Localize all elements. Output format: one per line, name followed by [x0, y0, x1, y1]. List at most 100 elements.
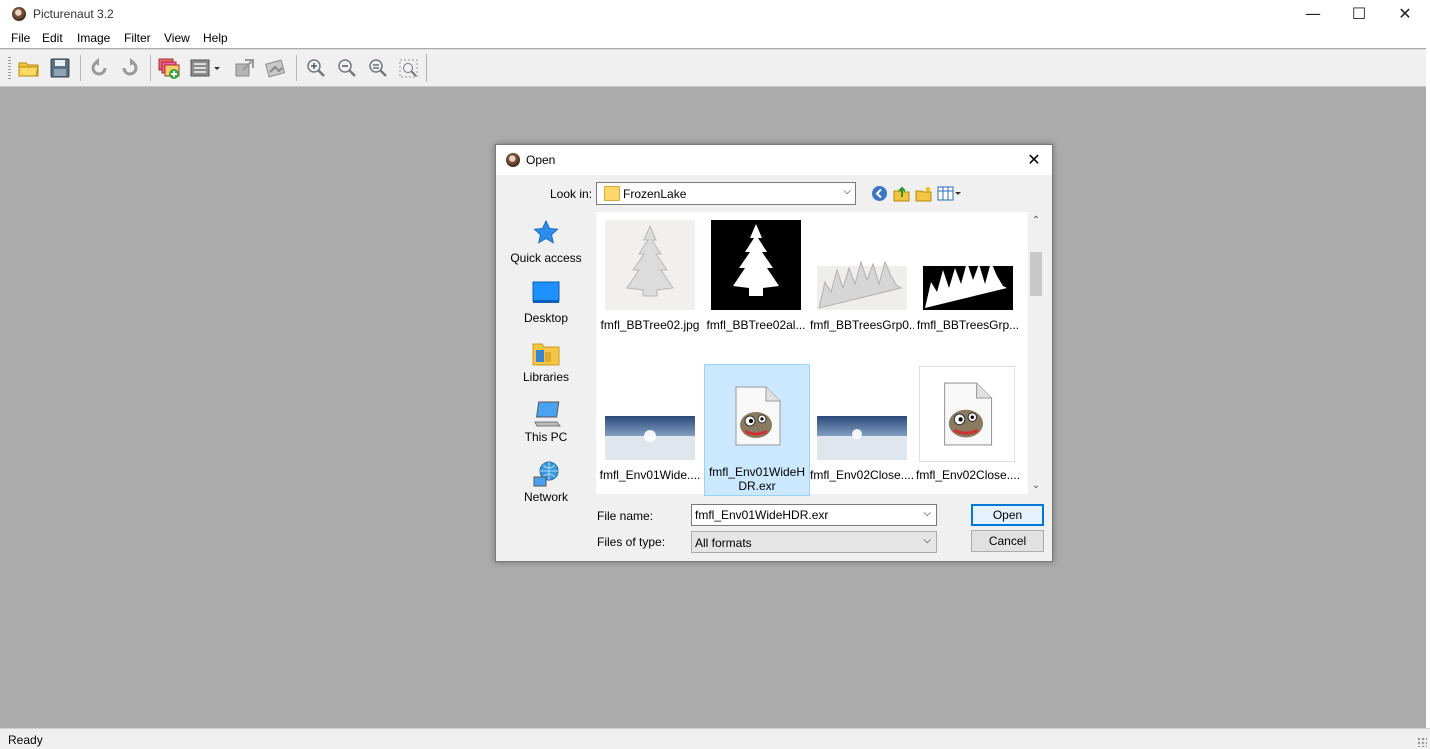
- window-title: Picturenaut 3.2: [33, 7, 114, 21]
- file-item[interactable]: fmfl_BBTree02al...: [704, 214, 808, 344]
- desktop-icon: [532, 281, 560, 303]
- file-name: fmfl_Env02Close....: [916, 468, 1020, 482]
- thumbnail-panorama: [605, 416, 695, 460]
- back-icon[interactable]: [871, 185, 888, 202]
- file-item-selected[interactable]: fmfl_Env01WideH DR.exr: [704, 364, 810, 496]
- network-icon: [533, 461, 559, 487]
- layers-dropdown-icon[interactable]: [189, 56, 220, 80]
- generate-hdr-icon[interactable]: [157, 56, 181, 80]
- places-bar: Quick access Desktop Libraries This PC N…: [502, 213, 590, 504]
- thumbnail-gimp-file: [735, 386, 781, 446]
- redo-icon[interactable]: [118, 56, 142, 80]
- zoom-in-icon[interactable]: [304, 56, 328, 80]
- thumbnail-trees-light: [817, 260, 907, 310]
- file-type-value: All formats: [695, 536, 752, 550]
- undo-icon[interactable]: [87, 56, 111, 80]
- file-item[interactable]: fmfl_Env01Wide....: [598, 364, 702, 494]
- open-button[interactable]: Open: [971, 504, 1044, 526]
- place-label: Network: [523, 490, 568, 504]
- minimize-button[interactable]: —: [1290, 0, 1336, 28]
- look-in-value: FrozenLake: [623, 187, 687, 201]
- place-label: Libraries: [522, 370, 570, 384]
- folder-icon: [604, 186, 620, 201]
- file-name: fmfl_BBTreesGrp0...: [810, 318, 914, 332]
- new-folder-icon[interactable]: [915, 185, 932, 202]
- close-button[interactable]: ✕: [1382, 0, 1428, 28]
- menu-edit[interactable]: Edit: [42, 31, 63, 45]
- place-network[interactable]: Network: [502, 460, 590, 520]
- file-name-input[interactable]: fmfl_Env01WideHDR.exr ⌵: [691, 504, 937, 526]
- thumbnail-tree-dark: [711, 220, 801, 310]
- menu-help[interactable]: Help: [203, 31, 228, 45]
- place-label: Desktop: [523, 311, 569, 325]
- view-menu-icon[interactable]: [937, 185, 963, 202]
- scrollbar-thumb[interactable]: [1030, 252, 1042, 296]
- file-item[interactable]: fmfl_BBTree02.jpg: [598, 214, 702, 344]
- window-border: [1426, 28, 1430, 728]
- place-desktop[interactable]: Desktop: [502, 281, 590, 341]
- toolbar-grip[interactable]: [8, 57, 11, 81]
- save-icon[interactable]: [48, 56, 72, 80]
- status-text: Ready: [8, 733, 43, 747]
- transform-icon[interactable]: [233, 56, 257, 80]
- file-name: fmfl_Env02Close....: [810, 468, 914, 482]
- chevron-down-icon: ⌵: [843, 186, 851, 197]
- dialog-title-bar: Open ✕: [496, 145, 1052, 175]
- toolbar-separator: [296, 55, 297, 81]
- file-name: fmfl_Env01Wide....: [599, 468, 701, 482]
- look-in-dropdown[interactable]: FrozenLake ⌵: [596, 182, 856, 205]
- look-in-label: Look in:: [550, 187, 593, 201]
- zoom-fit-icon[interactable]: [397, 56, 421, 80]
- file-item[interactable]: fmfl_BBTreesGrp0...: [810, 214, 914, 344]
- scroll-up-icon[interactable]: ⌃: [1028, 215, 1044, 226]
- chevron-down-icon[interactable]: ⌵: [923, 508, 931, 519]
- file-name-label: File name:: [597, 509, 654, 523]
- file-item[interactable]: fmfl_Env02Close....: [810, 364, 914, 494]
- thumbnail-panorama: [817, 416, 907, 460]
- file-type-select[interactable]: All formats ⌵: [691, 531, 937, 553]
- file-name-line1: fmfl_Env01WideH: [708, 465, 806, 479]
- toolbar-separator: [150, 55, 151, 81]
- place-label: Quick access: [510, 251, 582, 265]
- menu-filter[interactable]: Filter: [124, 31, 151, 45]
- thumbnail-trees-dark: [923, 262, 1013, 310]
- thumbnail-tree-light: [605, 220, 695, 310]
- app-icon: [12, 7, 26, 21]
- libraries-icon: [532, 343, 560, 366]
- maximize-button[interactable]: ☐: [1336, 0, 1382, 28]
- open-dialog: Open ✕ Look in: FrozenLake ⌵ Quick acces…: [495, 144, 1053, 562]
- file-name: fmfl_BBTreesGrp...: [916, 318, 1020, 332]
- place-quick-access[interactable]: Quick access: [502, 219, 590, 279]
- tonemap-icon[interactable]: [264, 56, 288, 80]
- cancel-button[interactable]: Cancel: [971, 530, 1044, 552]
- dialog-close-button[interactable]: ✕: [1022, 148, 1046, 172]
- thumbnail-gimp-file: [919, 366, 1015, 462]
- menu-image[interactable]: Image: [77, 31, 110, 45]
- place-label: This PC: [524, 430, 568, 444]
- computer-icon: [534, 401, 561, 427]
- dialog-app-icon: [506, 153, 520, 167]
- star-icon: [533, 219, 559, 244]
- zoom-out-icon[interactable]: [335, 56, 359, 80]
- scroll-down-icon[interactable]: ⌄: [1028, 480, 1044, 491]
- status-bar: Ready: [0, 728, 1430, 749]
- menu-file[interactable]: File: [11, 31, 30, 45]
- file-name-line2: DR.exr: [738, 479, 776, 493]
- file-list-scrollbar[interactable]: ⌃ ⌄: [1028, 212, 1044, 494]
- toolbar: [0, 49, 1430, 87]
- zoom-reset-icon[interactable]: [366, 56, 390, 80]
- file-name: fmfl_BBTree02.jpg: [600, 318, 700, 332]
- menu-view[interactable]: View: [164, 31, 190, 45]
- place-this-pc[interactable]: This PC: [502, 400, 590, 460]
- menu-bar: File Edit Image Filter View Help: [0, 28, 1430, 48]
- up-folder-icon[interactable]: [893, 185, 910, 202]
- open-folder-icon[interactable]: [17, 56, 41, 80]
- file-list[interactable]: fmfl_BBTree02.jpg fmfl_BBTree02al... fmf…: [596, 212, 1044, 496]
- place-libraries[interactable]: Libraries: [502, 340, 590, 400]
- dialog-title: Open: [526, 153, 556, 167]
- resize-grip[interactable]: [1417, 737, 1427, 747]
- file-item[interactable]: fmfl_Env02Close....: [916, 364, 1020, 494]
- file-item[interactable]: fmfl_BBTreesGrp...: [916, 214, 1020, 344]
- chevron-down-icon: ⌵: [923, 535, 931, 546]
- file-name-value: fmfl_Env01WideHDR.exr: [695, 508, 829, 522]
